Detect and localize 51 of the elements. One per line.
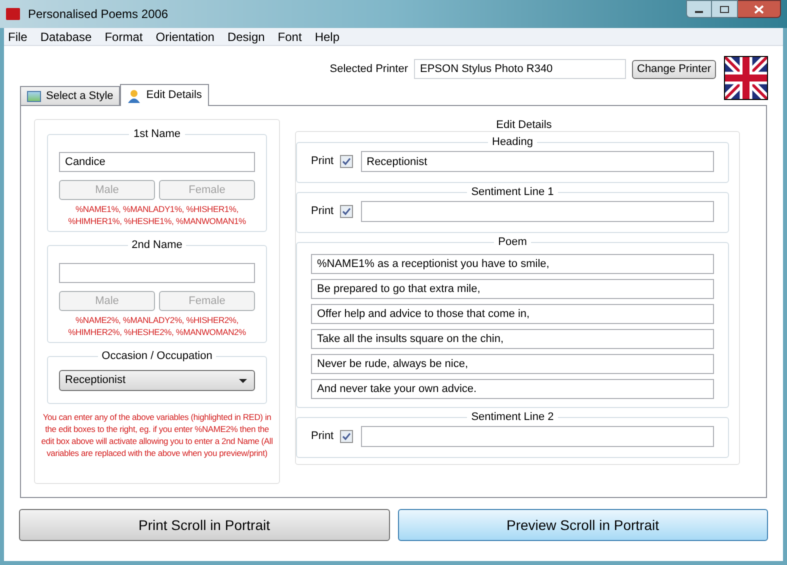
text-field[interactable]: %NAME1% as a receptionist you have to smile,: [311, 254, 714, 274]
checkmark-icon: [342, 207, 351, 216]
change-printer-button[interactable]: Change Printer: [632, 60, 716, 78]
variables-text: %NAME1%, %MANLADY1%, %HISHER1%, %HIMHER1%, %HESHE1%, %MANWOMAN1%: [67, 203, 247, 227]
print-checkbox[interactable]: [340, 430, 353, 443]
minimize-button[interactable]: [686, 0, 712, 18]
text-field[interactable]: Be prepared to go that extra mile,: [311, 279, 714, 299]
print-checkbox[interactable]: [340, 205, 353, 218]
text-field[interactable]: Receptionist: [360, 151, 714, 172]
tab[interactable]: Edit Details: [120, 84, 209, 106]
menu-item[interactable]: Format: [104, 28, 143, 46]
printer-field: EPSON Stylus Photo R340: [414, 59, 626, 79]
menu-item[interactable]: Database: [40, 28, 92, 46]
help-text: You can enter any of the above variables (highlighted in RED) in the edit boxes to the right, eg. if you enter %NAME2% then the edit box above will activate allowing you to enter a 2nd Name (All variables are replaced with the above when you preview/print): [40, 411, 274, 459]
group-title: Heading: [488, 135, 537, 149]
scroll-button[interactable]: Print Scroll in Portrait: [19, 509, 390, 541]
print-checkbox[interactable]: [340, 155, 353, 168]
menu-item[interactable]: Help: [314, 28, 340, 46]
occasion-dropdown[interactable]: Receptionist: [59, 370, 255, 391]
person-icon: [127, 88, 142, 102]
close-button[interactable]: [738, 0, 781, 18]
scroll-button[interactable]: Preview Scroll in Portrait: [398, 509, 768, 541]
menu-item[interactable]: Design: [227, 28, 265, 46]
print-label: Print: [311, 429, 334, 444]
caret-icon: [239, 378, 247, 382]
checkmark-icon: [342, 157, 351, 166]
flag-icon[interactable]: [724, 56, 768, 100]
menu-item[interactable]: Orientation: [156, 28, 214, 46]
picture-frame-icon: [27, 90, 41, 102]
print-label: Print: [311, 204, 334, 220]
text-field[interactable]: Offer help and advice to those that come in,: [311, 304, 714, 324]
tab[interactable]: Select a Style: [20, 86, 120, 105]
text-field[interactable]: [59, 263, 255, 283]
maximize-button[interactable]: [712, 0, 738, 18]
menu-item[interactable]: Font: [278, 28, 302, 46]
window-title: Personalised Poems 2006: [28, 6, 168, 23]
print-label: Print: [311, 154, 334, 170]
checkmark-icon: [342, 432, 351, 441]
close-icon: [754, 4, 764, 14]
text-field[interactable]: [360, 426, 714, 447]
section-title: Edit Details: [495, 119, 553, 131]
group-title: Occasion / Occupation: [98, 349, 216, 363]
menu-item[interactable]: File: [8, 28, 28, 46]
text-field[interactable]: And never take your own advice.: [311, 379, 714, 399]
variables-text: %NAME2%, %MANLADY2%, %HISHER2%, %HIMHER2%, %HESHE2%, %MANWOMAN2%: [67, 314, 247, 338]
text-field[interactable]: Candice: [59, 152, 255, 172]
printer-label: Selected Printer: [330, 62, 408, 77]
app-logo-icon: [6, 8, 20, 20]
text-field[interactable]: Never be rude, always be nice,: [311, 354, 714, 374]
text-field[interactable]: [360, 201, 714, 222]
text-field[interactable]: Take all the insults square on the chin,: [311, 329, 714, 349]
